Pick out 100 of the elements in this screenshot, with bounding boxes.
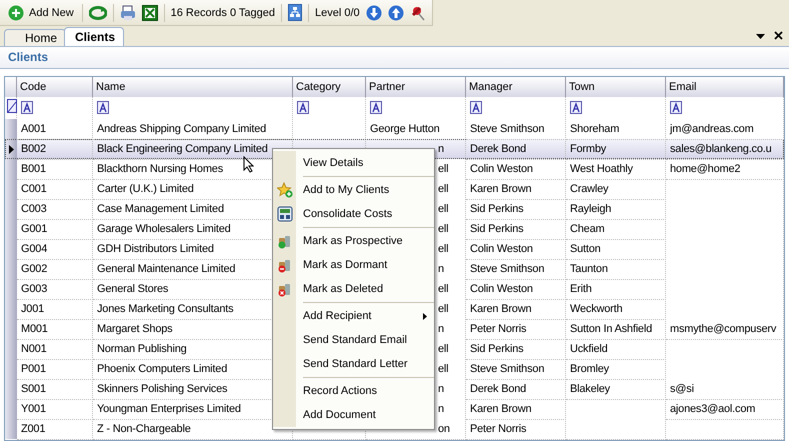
hierarchy-icon[interactable]	[288, 4, 302, 21]
clear-filter-icon[interactable]	[7, 99, 17, 113]
menu-item[interactable]: Send Standard Letter	[273, 352, 434, 376]
table-cell: Bromley	[570, 363, 609, 375]
tab[interactable]: Clients	[64, 27, 124, 46]
table-cell: n	[438, 403, 444, 415]
table-cell: ell	[438, 223, 448, 235]
table-cell: Norman Publishing	[97, 343, 187, 355]
tab[interactable]: Home	[4, 29, 66, 46]
table-cell: home@home2	[670, 163, 740, 175]
row-selector[interactable]	[5, 119, 17, 140]
filter-icon[interactable]	[670, 101, 682, 114]
table-cell: Colin Weston	[470, 283, 533, 295]
table-cell: s@si	[670, 383, 694, 395]
menu-item[interactable]: Consolidate Costs	[273, 202, 434, 226]
table-cell: C001	[21, 183, 46, 195]
table-cell: Sid Perkins	[470, 343, 524, 355]
table-cell: Steve Smithson	[470, 363, 544, 375]
column-header[interactable]: Manager	[466, 77, 566, 99]
column-header[interactable]: Category	[293, 77, 366, 99]
table-cell: n	[438, 383, 444, 395]
table-cell: M001	[21, 323, 48, 335]
table-cell: Karen Brown	[470, 303, 532, 315]
corner-header	[5, 77, 17, 99]
table-cell: ajones3@aol.com	[670, 403, 756, 415]
add-new-button[interactable]: Add New	[6, 2, 76, 24]
table-cell: Uckfield	[570, 343, 608, 355]
table-cell: Andreas Shipping Company Limited	[97, 123, 266, 135]
table-cell: S001	[21, 383, 46, 395]
table-cell: G001	[21, 223, 48, 235]
table-cell: msmythe@compuserv	[670, 323, 776, 335]
column-header[interactable]: Name	[93, 77, 293, 99]
table-cell: Taunton	[570, 263, 608, 275]
table-cell: Steve Smithson	[470, 263, 544, 275]
table-cell: C003	[21, 203, 46, 215]
table-cell: Shoreham	[570, 123, 620, 135]
pushpin-icon[interactable]	[410, 4, 426, 20]
table-cell: Karen Brown	[470, 403, 532, 415]
table-cell: ell	[438, 203, 448, 215]
table-row[interactable]: A001 Andreas Shipping Company Limited George Hutton Steve Smithson Shoreham jm@andreas.com	[5, 119, 784, 139]
table-cell: ell	[438, 243, 448, 255]
row-selector[interactable]	[5, 139, 17, 160]
table-cell: Sutton In Ashfield	[570, 323, 652, 335]
panel-title: Clients	[8, 50, 48, 64]
table-cell: Colin Weston	[470, 243, 533, 255]
plus-icon	[8, 4, 24, 20]
table-cell: Steve Smithson	[470, 123, 544, 135]
status-ok-icon	[276, 233, 292, 249]
menu-item[interactable]: Mark as Dormant	[273, 253, 434, 277]
table-cell: Z - Non-Chargeable	[97, 423, 191, 435]
column-header[interactable]: Town	[566, 77, 666, 99]
menu-item[interactable]: Mark as Deleted	[273, 277, 434, 301]
table-cell: Weckworth	[570, 303, 622, 315]
menu-item[interactable]: Mark as Prospective	[273, 229, 434, 253]
table-cell: Black Engineering Company Limited	[97, 143, 268, 155]
table-cell: General Stores	[97, 283, 168, 295]
table-cell: Jones Marketing Consultants	[97, 303, 234, 315]
menu-item[interactable]: Record Actions	[273, 379, 434, 403]
table-cell: Blakeley	[570, 383, 610, 395]
table-cell: Y001	[21, 403, 46, 415]
column-header[interactable]: Partner	[366, 77, 466, 99]
filter-icon[interactable]	[21, 101, 33, 114]
table-cell: Sid Perkins	[470, 203, 524, 215]
table-cell: GDH Distributors Limited	[97, 243, 214, 255]
menu-item[interactable]: Add to My Clients	[273, 178, 434, 202]
table-cell: Blackthorn Nursing Homes	[97, 163, 224, 175]
table-cell: B002	[21, 143, 46, 155]
filter-icon[interactable]	[370, 101, 382, 114]
table-cell: Carter (U.K.) Limited	[97, 183, 194, 195]
refresh-icon[interactable]	[88, 6, 107, 20]
menu-item[interactable]: Add Document	[273, 403, 434, 427]
table-cell: West Hoathly	[570, 163, 633, 175]
column-header[interactable]: Email	[666, 77, 784, 99]
table-cell: Crawley	[570, 183, 608, 195]
menu-item[interactable]: Send Standard Email	[273, 328, 434, 352]
filter-icon[interactable]	[297, 101, 309, 114]
table-cell: N001	[21, 343, 46, 355]
printer-icon[interactable]	[120, 4, 136, 20]
menu-item[interactable]: Add Recipient	[273, 304, 434, 328]
spreadsheet-icon[interactable]	[142, 4, 158, 20]
table-cell: ell	[438, 363, 448, 375]
filter-icon[interactable]	[570, 101, 582, 114]
table-cell: Erith	[570, 283, 592, 295]
dropdown-icon[interactable]	[756, 31, 765, 40]
level-indicator: Level 0/0	[315, 6, 360, 20]
close-icon[interactable]	[774, 31, 783, 40]
column-header[interactable]: Code	[17, 77, 93, 99]
table-cell: Case Management Limited	[97, 203, 224, 215]
table-cell: A001	[21, 123, 46, 135]
table-cell: G003	[21, 283, 48, 295]
filter-icon[interactable]	[470, 101, 482, 114]
table-cell: Cheam	[570, 223, 604, 235]
table-cell: ell	[438, 183, 448, 195]
table-cell: G004	[21, 243, 48, 255]
table-cell: ell	[438, 283, 448, 295]
menu-item[interactable]: View Details	[273, 151, 434, 175]
table-cell: Z001	[21, 423, 46, 435]
filter-icon[interactable]	[97, 101, 109, 114]
table-cell: Karen Brown	[470, 183, 532, 195]
current-row-icon	[8, 144, 14, 154]
